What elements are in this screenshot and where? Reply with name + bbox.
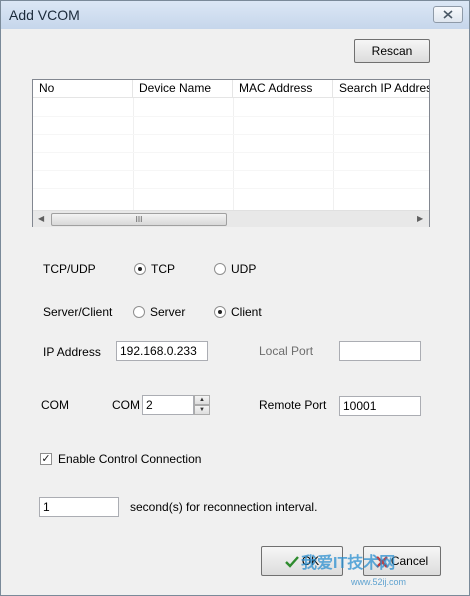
local-port-field[interactable] xyxy=(339,341,421,361)
add-vcom-dialog: Add VCOM Rescan No Device Name MAC Addre… xyxy=(0,0,470,596)
tcp-radio[interactable] xyxy=(134,263,146,275)
scroll-thumb[interactable]: III xyxy=(51,213,227,226)
device-list[interactable]: No Device Name MAC Address Search IP Add… xyxy=(32,79,430,227)
row-line xyxy=(33,152,429,153)
udp-label[interactable]: UDP xyxy=(231,262,256,276)
protocol-label: TCP/UDP xyxy=(43,262,96,276)
spin-up-icon[interactable]: ▲ xyxy=(194,395,210,405)
row-line xyxy=(33,134,429,135)
radio-selected-dot xyxy=(138,267,142,271)
scroll-left-icon[interactable]: ◀ xyxy=(38,214,44,223)
remote-port-label: Remote Port xyxy=(259,398,327,412)
row-line xyxy=(33,170,429,171)
window-title: Add VCOM xyxy=(9,7,80,23)
ip-address-field[interactable]: 192.168.0.233 xyxy=(116,341,208,361)
column-header-device-name[interactable]: Device Name xyxy=(133,80,233,97)
control-connection-checkbox[interactable]: ✓ xyxy=(40,453,52,465)
row-line xyxy=(33,188,429,189)
checkmark-icon: ✓ xyxy=(41,453,51,465)
rescan-label: Rescan xyxy=(371,44,413,58)
column-divider xyxy=(133,98,134,210)
com-spinner[interactable]: ▲ ▼ xyxy=(194,395,210,415)
client-label[interactable]: Client xyxy=(231,305,262,319)
client-radio[interactable] xyxy=(214,306,226,318)
column-header-mac-address[interactable]: MAC Address xyxy=(233,80,333,97)
title-bar: Add VCOM xyxy=(1,1,469,29)
row-line xyxy=(33,116,429,117)
reconnect-interval-label: second(s) for reconnection interval. xyxy=(130,500,318,514)
list-header: No Device Name MAC Address Search IP Add… xyxy=(33,80,429,98)
column-divider xyxy=(233,98,234,210)
watermark-text: 我爱IT技术网 xyxy=(301,555,396,572)
cancel-label: Cancel xyxy=(390,554,429,568)
checkmark-icon xyxy=(284,556,299,568)
udp-radio[interactable] xyxy=(214,263,226,275)
com-prefix-label: COM xyxy=(112,398,140,412)
horizontal-scrollbar[interactable]: ◀ III ▶ xyxy=(33,210,429,227)
control-connection-label[interactable]: Enable Control Connection xyxy=(58,452,201,466)
remote-port-field[interactable]: 10001 xyxy=(339,396,421,416)
close-icon xyxy=(443,10,453,19)
radio-selected-dot xyxy=(218,310,222,314)
mode-label: Server/Client xyxy=(43,305,113,319)
tcp-label[interactable]: TCP xyxy=(151,262,175,276)
server-radio[interactable] xyxy=(133,306,145,318)
reconnect-interval-field[interactable]: 1 xyxy=(39,497,119,517)
server-label[interactable]: Server xyxy=(150,305,185,319)
spin-down-icon[interactable]: ▼ xyxy=(194,405,210,415)
com-section-label: COM xyxy=(41,398,69,412)
column-header-no[interactable]: No xyxy=(33,80,133,97)
close-button[interactable] xyxy=(433,6,463,23)
ip-address-label: IP Address xyxy=(43,345,101,359)
watermark-url: www.52ij.com xyxy=(351,577,407,587)
column-header-search-ip[interactable]: Search IP Address xyxy=(333,80,429,97)
scroll-right-icon[interactable]: ▶ xyxy=(417,214,423,223)
com-number-field[interactable]: 2 xyxy=(142,395,194,415)
local-port-label: Local Port xyxy=(259,344,314,358)
column-divider xyxy=(333,98,334,210)
rescan-button[interactable]: Rescan xyxy=(354,39,430,63)
